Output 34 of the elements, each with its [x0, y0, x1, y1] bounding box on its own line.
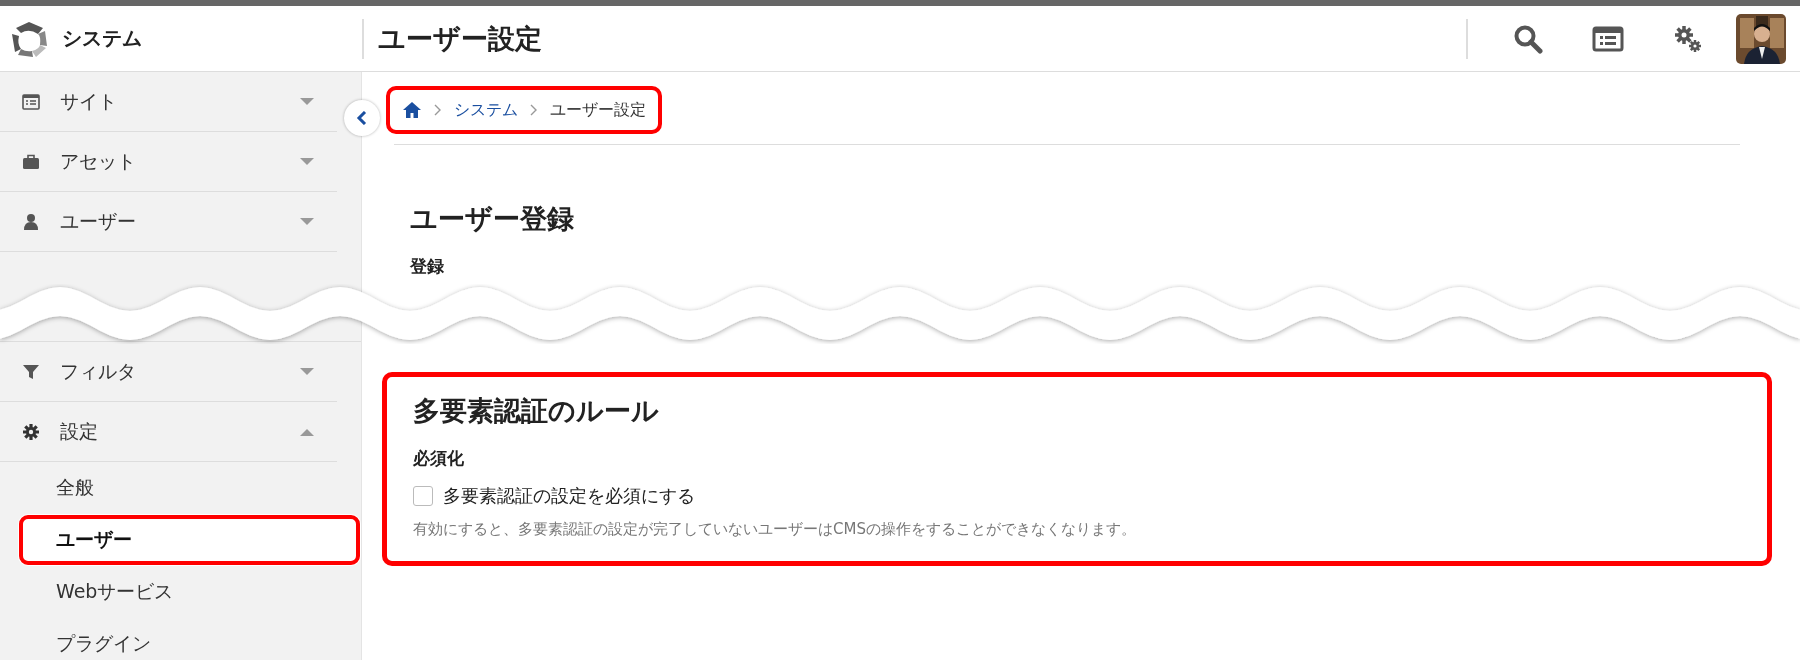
app-name: システム: [62, 25, 142, 52]
sidebar-subitem[interactable]: プラグイン: [0, 618, 361, 660]
window-list-icon[interactable]: [1592, 24, 1624, 53]
section-heading: ユーザー登録: [410, 202, 575, 236]
breadcrumb-current: ユーザー設定: [550, 99, 646, 121]
breadcrumb-link[interactable]: システム: [454, 99, 518, 121]
gear-icon: [22, 422, 40, 441]
briefcase-icon: [22, 152, 40, 171]
sidebar-subitem[interactable]: ユーザー: [18, 514, 361, 566]
checkbox[interactable]: [413, 486, 433, 506]
section-heading: 多要素認証のルール: [413, 394, 660, 428]
sidebar-subitem[interactable]: Webサービス: [0, 566, 361, 618]
sidebar-item[interactable]: 設定: [0, 402, 337, 462]
chevron-right-icon: [434, 104, 442, 116]
page-title: ユーザー設定: [378, 21, 543, 56]
sidebar-subitem[interactable]: 全般: [0, 462, 361, 514]
home-icon[interactable]: [402, 101, 422, 119]
settings-icon[interactable]: [1673, 23, 1703, 54]
funnel-icon: [22, 362, 40, 381]
field-label: 登録: [410, 255, 445, 278]
chevron-right-icon: [530, 104, 538, 116]
person-icon: [22, 212, 40, 231]
chevron-left-icon: [356, 111, 368, 125]
sidebar-item[interactable]: アセット: [0, 132, 337, 192]
sidebar-item[interactable]: フィルタ: [0, 342, 337, 402]
collapse-button[interactable]: [344, 100, 380, 136]
field-label: 必須化: [413, 447, 465, 470]
logo-icon: [10, 19, 48, 58]
sidebar-item[interactable]: サイト: [0, 72, 337, 132]
checkbox-label[interactable]: 多要素認証の設定を必須にする: [443, 484, 695, 508]
search-icon[interactable]: [1513, 23, 1543, 54]
sidebar-item[interactable]: ユーザー: [0, 192, 337, 252]
help-text: 有効にすると、多要素認証の設定が完了していないユーザーはCMSの操作をすることができなくなります。: [413, 520, 1137, 539]
window-icon: [22, 92, 40, 111]
